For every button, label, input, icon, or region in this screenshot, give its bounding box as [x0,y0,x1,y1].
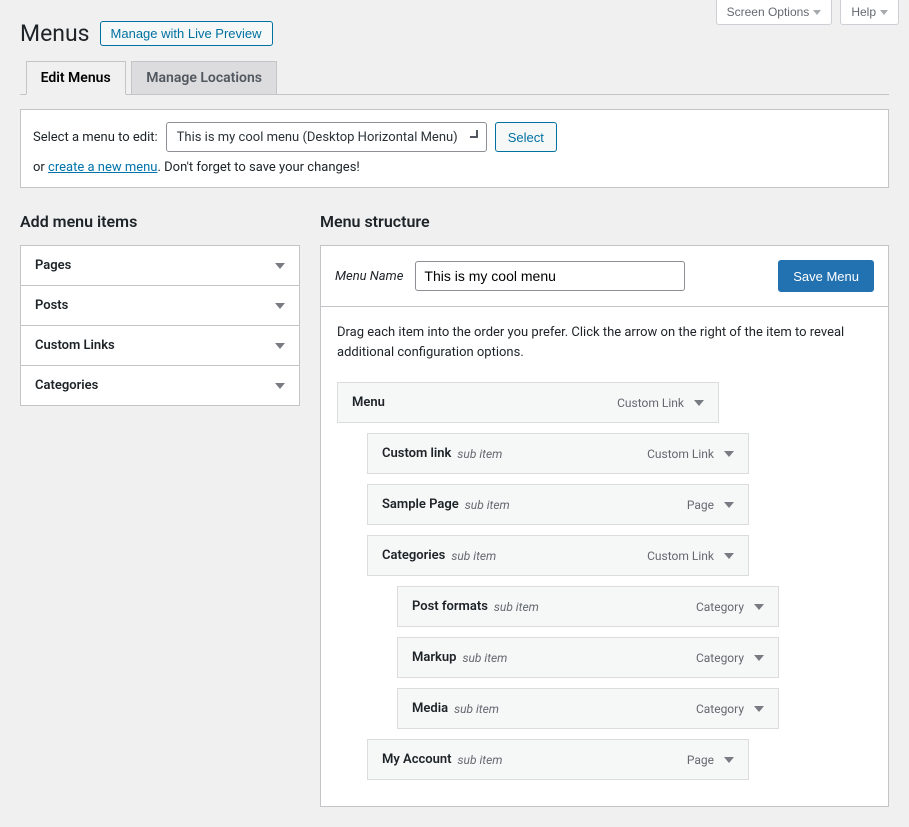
menu-item-title: My Account [382,752,452,767]
menu-item-title: Media [412,701,448,716]
triangle-down-icon[interactable] [724,757,734,763]
triangle-down-icon[interactable] [754,604,764,610]
menu-item-type: Page [687,498,714,512]
page-title: Menus [20,20,90,47]
menu-edit-box: Menu Name Save Menu Drag each item into … [320,245,889,807]
menu-item-sublabel: sub item [454,702,499,716]
triangle-down-icon [275,303,285,309]
menu-item[interactable]: My Account sub item Page [367,739,749,780]
menu-item-sublabel: sub item [465,498,510,512]
menu-item-sublabel: sub item [494,600,539,614]
menu-item[interactable]: Sample Page sub item Page [367,484,749,525]
save-reminder-text: . Don't forget to save your changes! [157,160,359,175]
select-menu-label: Select a menu to edit: [33,130,158,145]
or-text: or [33,160,48,175]
menu-item-sublabel: sub item [462,651,507,665]
panel-posts[interactable]: Posts [21,286,299,325]
select-menu-button[interactable]: Select [495,122,557,152]
menu-item-type: Category [696,702,744,716]
menu-item[interactable]: Markup sub item Category [397,637,779,678]
menu-item[interactable]: Media sub item Category [397,688,779,729]
menu-item-title: Menu [352,395,385,410]
menu-item-title: Post formats [412,599,488,614]
menu-item-title: Markup [412,650,456,665]
triangle-down-icon[interactable] [754,655,764,661]
selected-menu-name: This is my cool menu (Desktop Horizontal… [177,130,458,145]
add-items-accordion: Pages Posts Custom Links [20,245,300,406]
panel-label: Posts [35,298,68,313]
menu-item-title: Custom link [382,446,451,461]
menu-item-type: Custom Link [617,396,684,410]
menu-item-type: Category [696,651,744,665]
panel-label: Custom Links [35,338,115,353]
panel-label: Categories [35,378,98,393]
menu-item-type: Page [687,753,714,767]
triangle-down-icon[interactable] [724,451,734,457]
menu-items-list: MenuCustom LinkCustom linksub itemCustom… [337,382,872,780]
triangle-down-icon [275,383,285,389]
tabs: Edit Menus Manage Locations [20,61,889,95]
triangle-down-icon [275,263,285,269]
triangle-down-icon[interactable] [754,706,764,712]
menu-item-sublabel: sub item [457,447,502,461]
create-new-menu-link[interactable]: create a new menu [48,160,157,175]
menu-name-input[interactable] [415,261,685,291]
menu-item[interactable]: Menu Custom Link [337,382,719,423]
panel-custom-links[interactable]: Custom Links [21,326,299,365]
menu-item[interactable]: Custom link sub item Custom Link [367,433,749,474]
chevron-down-icon [470,130,478,138]
menu-item[interactable]: Categories sub item Custom Link [367,535,749,576]
panel-categories[interactable]: Categories [21,366,299,405]
menu-select-dropdown[interactable]: This is my cool menu (Desktop Horizontal… [166,122,487,152]
menu-item-type: Custom Link [647,447,714,461]
tab-edit-menus[interactable]: Edit Menus [26,61,126,95]
panel-pages[interactable]: Pages [21,246,299,285]
menu-item[interactable]: Post formats sub item Category [397,586,779,627]
menu-item-sublabel: sub item [458,753,503,767]
triangle-down-icon[interactable] [724,502,734,508]
menu-item-title: Sample Page [382,497,459,512]
menu-item-type: Category [696,600,744,614]
triangle-down-icon[interactable] [724,553,734,559]
menu-item-type: Custom Link [647,549,714,563]
menu-select-box: Select a menu to edit: This is my cool m… [20,109,889,188]
menu-item-sublabel: sub item [451,549,496,563]
panel-label: Pages [35,258,71,273]
tab-manage-locations[interactable]: Manage Locations [131,61,277,95]
live-preview-button[interactable]: Manage with Live Preview [100,21,273,46]
triangle-down-icon [275,343,285,349]
add-items-heading: Add menu items [20,212,300,231]
menu-name-label: Menu Name [335,269,403,284]
triangle-down-icon[interactable] [694,400,704,406]
save-menu-button[interactable]: Save Menu [778,260,874,292]
menu-structure-heading: Menu structure [320,212,889,231]
instructions-text: Drag each item into the order you prefer… [337,323,872,362]
menu-item-title: Categories [382,548,445,563]
